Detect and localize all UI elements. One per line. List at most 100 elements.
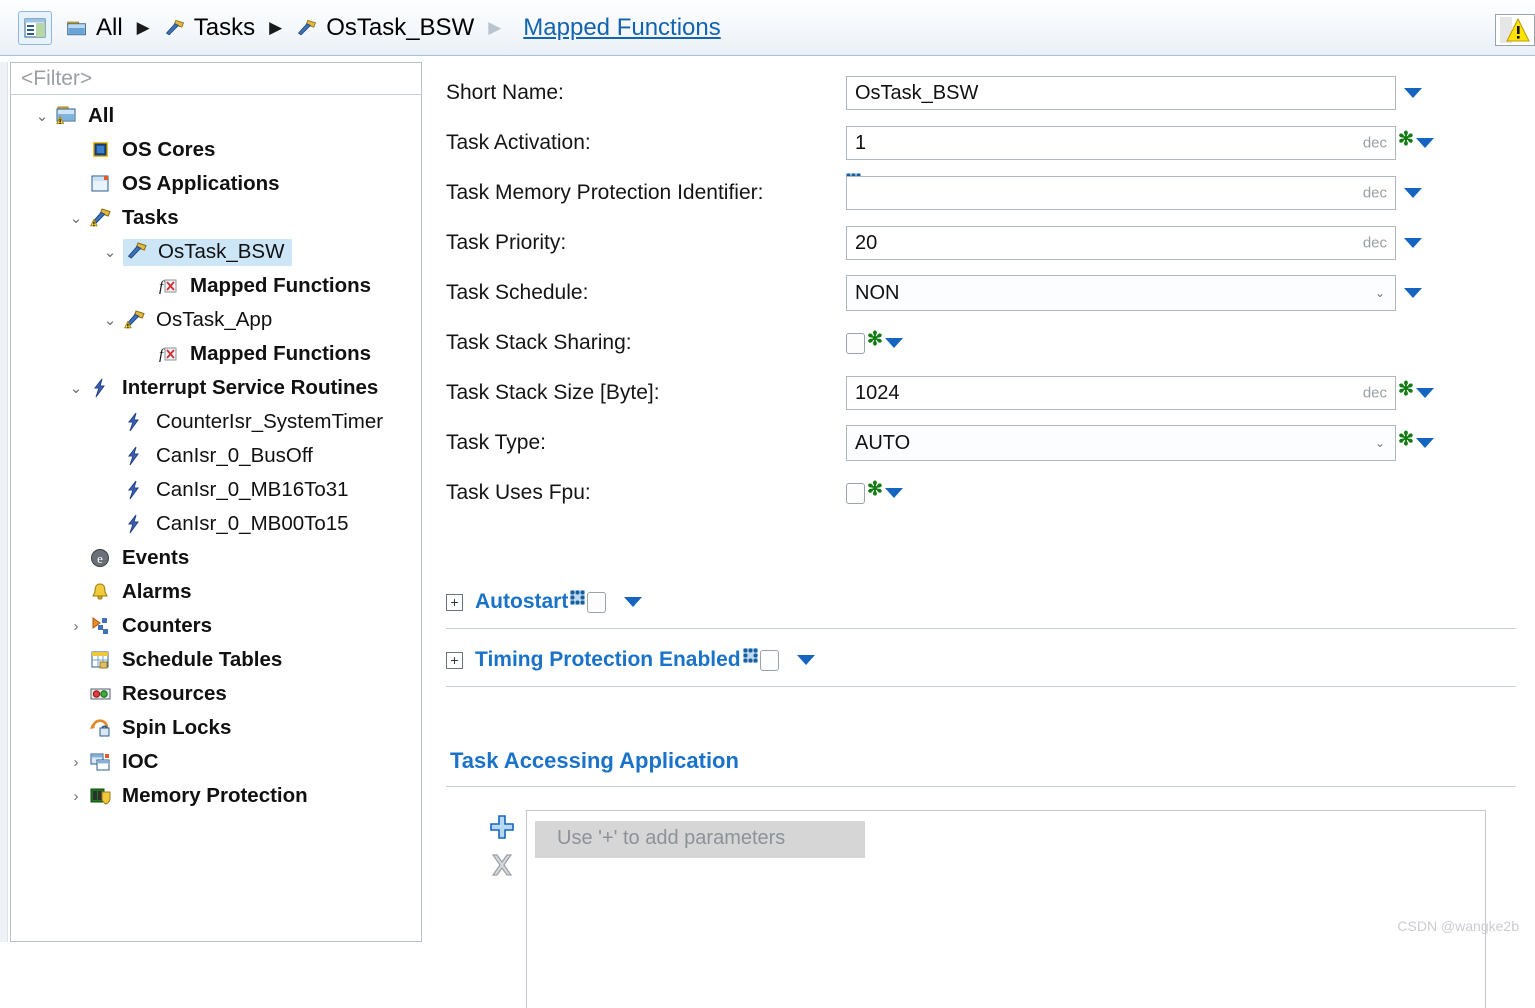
tree-item-all[interactable]: ⌄ All [11, 99, 421, 133]
expand-icon[interactable]: + [446, 651, 463, 669]
tree-item-icon-wrapper [89, 377, 115, 399]
breadcrumb-label[interactable]: Mapped Functions [523, 14, 720, 42]
chevron-down-icon[interactable]: ⌄ [1375, 286, 1385, 300]
field-value: NON [855, 281, 900, 304]
field-dropdown-arrow-icon[interactable] [884, 338, 903, 348]
tree-item-label: Events [122, 546, 190, 569]
tree-filter-placeholder: <Filter> [21, 66, 93, 90]
chevron-down-icon[interactable]: ⌄ [97, 311, 123, 329]
field-select-task-schedule[interactable]: NON ⌄ [846, 275, 1396, 311]
plus-icon[interactable] [489, 814, 515, 840]
breadcrumb-item-tasks[interactable]: Tasks [164, 14, 255, 42]
tree-item-icon-wrapper: e [89, 547, 115, 569]
chevron-right-icon[interactable]: › [63, 788, 89, 805]
tree-item-icon-wrapper [123, 309, 149, 331]
section-timing-protection[interactable]: + Timing Protection Enabled [446, 640, 1516, 680]
warning-triangle-icon [1500, 17, 1530, 43]
tree-item-list: ⌄ All OS Cores OS Applications ⌄ Tasks ⌄ OsTask… [11, 95, 421, 813]
tree-item-mapped-functions[interactable]: f Mapped Functions [11, 337, 421, 371]
tree-item-tasks[interactable]: ⌄ Tasks [11, 201, 421, 235]
tree-item-label: OsTask_BSW [158, 239, 285, 263]
tree-item-counterisr-systemtimer[interactable]: CounterIsr_SystemTimer [11, 405, 421, 439]
tree-item-spin-locks[interactable]: Spin Locks [11, 711, 421, 745]
breadcrumb-item-all[interactable]: All [66, 14, 123, 42]
tree-item-alarms[interactable]: Alarms [11, 575, 421, 609]
field-dropdown-arrow-icon[interactable] [1404, 238, 1422, 248]
field-dropdown-arrow-icon[interactable] [884, 488, 903, 498]
tree-item-os-applications[interactable]: OS Applications [11, 167, 421, 201]
field-checkbox-task-uses-fpu[interactable] [846, 482, 865, 504]
tree-item-ostask-app[interactable]: ⌄ OsTask_App [11, 303, 421, 337]
navigation-tree-panel: <Filter> ⌄ All OS Cores OS Applications ⌄ Tas… [10, 62, 422, 942]
autostart-dropdown-arrow-icon[interactable] [624, 597, 643, 607]
autostart-checkbox[interactable] [587, 591, 607, 613]
tree-item-interrupt-service-routines[interactable]: ⌄ Interrupt Service Routines [11, 371, 421, 405]
field-dropdown-arrow-icon[interactable] [1404, 188, 1422, 198]
breadcrumb-label: All [96, 13, 123, 41]
tree-item-icon-wrapper [89, 615, 115, 637]
timing-protection-dropdown-arrow-icon[interactable] [796, 655, 815, 665]
field-input-task-activation[interactable]: 1 dec [846, 126, 1396, 160]
folder-icon [67, 21, 86, 35]
task-accessing-list[interactable]: Use '+' to add parameters [526, 810, 1486, 1008]
field-dropdown-arrow-icon[interactable] [1415, 438, 1434, 448]
tree-item-content: f Mapped Functions [157, 274, 371, 298]
counter-icon [92, 617, 108, 634]
tree-item-content: Tasks [89, 206, 179, 230]
tree-item-events[interactable]: e Events [11, 541, 421, 575]
tree-item-canisr-0-busoff[interactable]: CanIsr_0_BusOff [11, 439, 421, 473]
field-select-task-type[interactable]: AUTO ⌄ [846, 425, 1396, 461]
tree-item-canisr-0-mb16to31[interactable]: CanIsr_0_MB16To31 [11, 473, 421, 507]
tree-filter-input[interactable]: <Filter> [11, 63, 421, 95]
chevron-down-icon[interactable]: ⌄ [97, 243, 123, 261]
field-input-task-memory-protection-identifier[interactable]: dec [846, 176, 1396, 210]
field-dropdown-arrow-icon[interactable] [1404, 88, 1422, 98]
field-dropdown-arrow-icon[interactable] [1404, 288, 1422, 298]
variant-marker-icon [742, 647, 758, 663]
svg-text:f: f [159, 279, 165, 295]
breadcrumb-item-mapped-functions[interactable]: Mapped Functions [515, 14, 720, 42]
tree-item-content: f Mapped Functions [157, 342, 371, 366]
svg-text:f: f [159, 347, 165, 363]
tree-item-label: IOC [122, 750, 159, 773]
tree-item-counters[interactable]: › Counters [11, 609, 421, 643]
field-input-task-priority[interactable]: 20 dec [846, 226, 1396, 260]
field-dropdown-arrow-icon[interactable] [1415, 388, 1434, 398]
tree-item-mapped-functions[interactable]: f Mapped Functions [11, 269, 421, 303]
chevron-down-icon[interactable]: ⌄ [63, 209, 89, 227]
tree-item-content: Memory Protection [89, 784, 308, 808]
field-checkbox-task-stack-sharing[interactable] [846, 332, 865, 354]
breadcrumb-separator-icon: ▶ [136, 17, 150, 37]
breadcrumb-separator-icon: ▶ [488, 17, 502, 37]
breadcrumb-item-ostask-bsw[interactable]: OsTask_BSW [296, 14, 474, 42]
expand-icon[interactable]: + [446, 593, 463, 611]
section-title: Timing Protection Enabled [475, 648, 741, 671]
chevron-down-icon[interactable]: ⌄ [29, 107, 55, 125]
tree-item-schedule-tables[interactable]: Schedule Tables [11, 643, 421, 677]
tree-item-resources[interactable]: Resources [11, 677, 421, 711]
chevron-down-icon[interactable]: ⌄ [1375, 436, 1385, 450]
folder-warning-icon [56, 106, 76, 124]
tree-view-icon-button[interactable] [18, 10, 52, 45]
tree-item-ostask-bsw[interactable]: ⌄ OsTask_BSW [11, 235, 421, 269]
tree-scrollbar[interactable] [0, 62, 8, 942]
hammer-warning-icon [89, 208, 111, 227]
tree-item-ioc[interactable]: › IOC [11, 745, 421, 779]
timing-protection-checkbox[interactable] [759, 649, 779, 671]
field-input-short-name[interactable]: OsTask_BSW [846, 76, 1396, 110]
chevron-right-icon[interactable]: › [63, 754, 89, 771]
tree-item-content: OsTask_App [123, 308, 272, 332]
field-dropdown-arrow-icon[interactable] [1415, 138, 1434, 148]
field-input-task-stack-size-byte[interactable]: 1024 dec [846, 376, 1396, 410]
chevron-down-icon[interactable]: ⌄ [63, 379, 89, 397]
field-label: Task Memory Protection Identifier: [446, 181, 764, 204]
x-delete-icon[interactable] [489, 852, 515, 878]
chevron-right-icon[interactable]: › [63, 618, 89, 635]
tree-item-os-cores[interactable]: OS Cores [11, 133, 421, 167]
tree-item-memory-protection[interactable]: › Memory Protection [11, 779, 421, 813]
tree-item-canisr-0-mb00to15[interactable]: CanIsr_0_MB00To15 [11, 507, 421, 541]
field-label: Short Name: [446, 81, 564, 104]
modified-marker-icon: ✻ [1398, 378, 1414, 400]
section-autostart[interactable]: + Autostart [446, 582, 1516, 622]
warning-triangle-icon-button[interactable] [1495, 14, 1535, 46]
